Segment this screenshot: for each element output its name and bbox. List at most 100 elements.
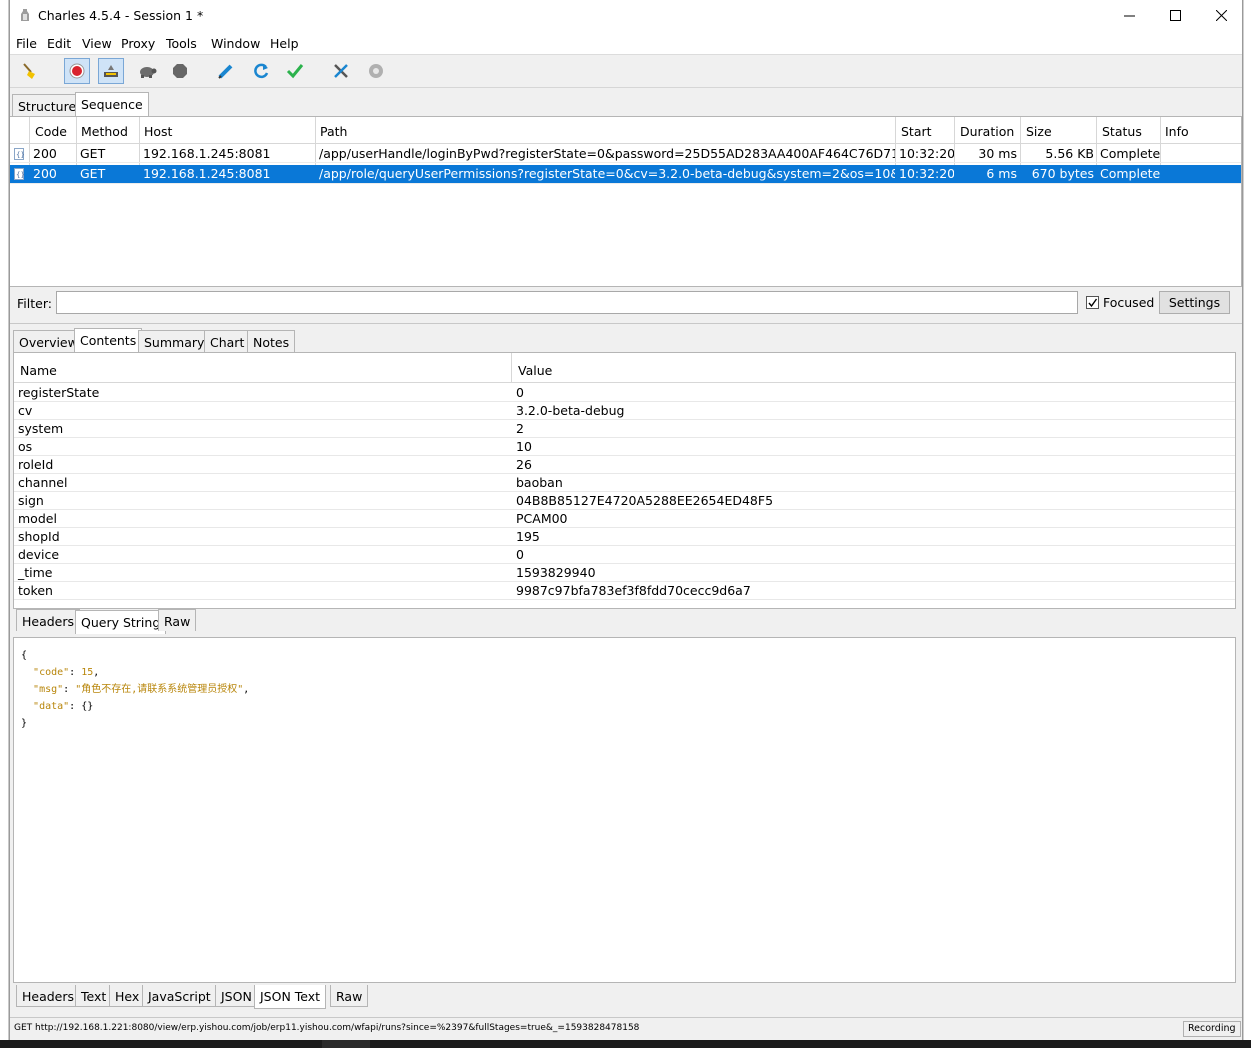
param-value: 0 <box>516 385 524 400</box>
menu-edit[interactable]: Edit <box>47 36 71 51</box>
menu-file[interactable]: File <box>16 36 37 51</box>
col-duration[interactable]: Duration <box>960 124 1014 139</box>
tab-contents[interactable]: Contents <box>74 328 143 352</box>
tools-button[interactable] <box>328 58 354 84</box>
stop-button[interactable] <box>167 58 193 84</box>
taskbar <box>0 1040 1251 1048</box>
validate-button[interactable] <box>282 58 308 84</box>
maximize-button[interactable] <box>1152 0 1198 31</box>
tab-resp-hex[interactable]: Hex <box>109 985 146 1007</box>
tab-resp-raw[interactable]: Raw <box>330 985 369 1007</box>
table-row[interactable]: sign 04B8B85127E4720A5288EE2654ED48F5 <box>14 492 1235 510</box>
status-bar: GET http://192.168.1.221:8080/view/erp.y… <box>10 1017 1242 1039</box>
tab-resp-json[interactable]: JSON <box>215 985 258 1007</box>
compose-button[interactable] <box>213 58 239 84</box>
table-row[interactable]: os 10 <box>14 438 1235 456</box>
tab-summary[interactable]: Summary <box>138 330 211 352</box>
close-button[interactable] <box>1198 0 1244 31</box>
breakpoints-button[interactable] <box>134 58 160 84</box>
menu-help[interactable]: Help <box>270 36 299 51</box>
tab-chart[interactable]: Chart <box>204 330 251 352</box>
table-row[interactable]: model PCAM00 <box>14 510 1235 528</box>
focused-label: Focused <box>1103 295 1155 310</box>
json-file-icon: {} <box>14 168 24 180</box>
table-row[interactable]: shopId 195 <box>14 528 1235 546</box>
tab-structure[interactable]: Structure <box>12 94 83 116</box>
param-value: 9987c97bfa783ef3f8fdd70cecc9d6a7 <box>516 583 751 598</box>
tab-resp-json-text[interactable]: JSON Text <box>254 985 327 1009</box>
view-tabs: Structure Sequence <box>12 92 212 116</box>
col-code[interactable]: Code <box>35 124 67 139</box>
table-row[interactable]: _time 1593829940 <box>14 564 1235 582</box>
col-info[interactable]: Info <box>1165 124 1189 139</box>
pen-icon <box>218 64 233 79</box>
json-key: "msg" <box>33 684 64 695</box>
col-start[interactable]: Start <box>901 124 932 139</box>
filter-input[interactable] <box>56 291 1078 314</box>
background-window-edge-right <box>1243 0 1251 1048</box>
throttle-button[interactable] <box>98 58 124 84</box>
table-row[interactable]: registerState 0 <box>14 384 1235 402</box>
param-value: PCAM00 <box>516 511 568 526</box>
table-row[interactable]: channel baoban <box>14 474 1235 492</box>
col-path[interactable]: Path <box>320 124 347 139</box>
svg-text:{}: {} <box>16 171 24 179</box>
table-row[interactable]: system 2 <box>14 420 1235 438</box>
table-row[interactable]: cv 3.2.0-beta-debug <box>14 402 1235 420</box>
focused-checkbox[interactable] <box>1086 296 1099 309</box>
table-row[interactable]: {} 200 GET 192.168.1.245:8081 /app/role/… <box>10 165 1241 184</box>
throttle-icon <box>104 65 118 77</box>
settings-button[interactable] <box>363 58 389 84</box>
col-host[interactable]: Host <box>144 124 172 139</box>
menu-tools[interactable]: Tools <box>166 36 197 51</box>
param-value: baoban <box>516 475 563 490</box>
query-string-table: Name Value registerState 0 cv 3.2.0-beta-de… <box>13 352 1236 609</box>
recording-badge[interactable]: Recording <box>1183 1021 1241 1037</box>
turtle-icon <box>140 67 157 78</box>
tab-query-string[interactable]: Query String <box>75 610 167 634</box>
json-value: "角色不存在,请联系系统管理员授权" <box>75 684 244 695</box>
param-name: sign <box>18 493 44 508</box>
tab-headers[interactable]: Headers <box>16 609 81 631</box>
request-tabs: Headers Query String Raw <box>16 609 216 634</box>
param-value: 3.2.0-beta-debug <box>516 403 625 418</box>
table-row[interactable]: roleId 26 <box>14 456 1235 474</box>
status-text: GET http://192.168.1.221:8080/view/erp.y… <box>14 1023 640 1033</box>
clear-session-button[interactable] <box>17 58 43 84</box>
split-divider[interactable] <box>10 323 1242 325</box>
maximize-icon <box>1169 10 1181 21</box>
tab-sequence[interactable]: Sequence <box>75 92 149 116</box>
tab-resp-text[interactable]: Text <box>75 985 113 1007</box>
stop-icon <box>173 64 187 78</box>
param-name: registerState <box>18 385 100 400</box>
menu-window[interactable]: Window <box>211 36 260 51</box>
table-row[interactable]: {} 200 GET 192.168.1.245:8081 /app/userH… <box>10 145 1241 163</box>
svg-text:{}: {} <box>16 151 24 159</box>
settings-button-filter[interactable]: Settings <box>1159 291 1230 314</box>
response-json-panel[interactable]: { "code": 15, "msg": "角色不存在,请联系系统管理员授权",… <box>13 637 1236 983</box>
col-value[interactable]: Value <box>518 363 552 378</box>
menu-proxy[interactable]: Proxy <box>121 36 155 51</box>
col-status[interactable]: Status <box>1102 124 1142 139</box>
col-size[interactable]: Size <box>1026 124 1052 139</box>
tab-notes[interactable]: Notes <box>247 330 296 352</box>
col-name[interactable]: Name <box>20 363 57 378</box>
title-bar[interactable]: Charles 4.5.4 - Session 1 * <box>10 0 1242 32</box>
repeat-button[interactable] <box>248 58 274 84</box>
table-row[interactable]: device 0 <box>14 546 1235 564</box>
tab-raw[interactable]: Raw <box>158 609 197 631</box>
menu-view[interactable]: View <box>82 36 112 51</box>
tab-resp-headers[interactable]: Headers <box>16 985 81 1007</box>
param-name: token <box>18 583 53 598</box>
param-value: 10 <box>516 439 532 454</box>
tab-resp-javascript[interactable]: JavaScript <box>142 985 217 1007</box>
param-value: 26 <box>516 457 532 472</box>
col-method[interactable]: Method <box>81 124 128 139</box>
json-value: {} <box>81 701 94 712</box>
minimize-button[interactable] <box>1106 0 1152 31</box>
record-button[interactable] <box>64 58 90 84</box>
json-line: "code": 15, <box>33 667 100 678</box>
refresh-icon <box>254 63 269 79</box>
table-row[interactable]: token 9987c97bfa783ef3f8fdd70cecc9d6a7 <box>14 582 1235 600</box>
sequence-header: Code Method Host Path Start Duration Siz… <box>10 117 1241 144</box>
